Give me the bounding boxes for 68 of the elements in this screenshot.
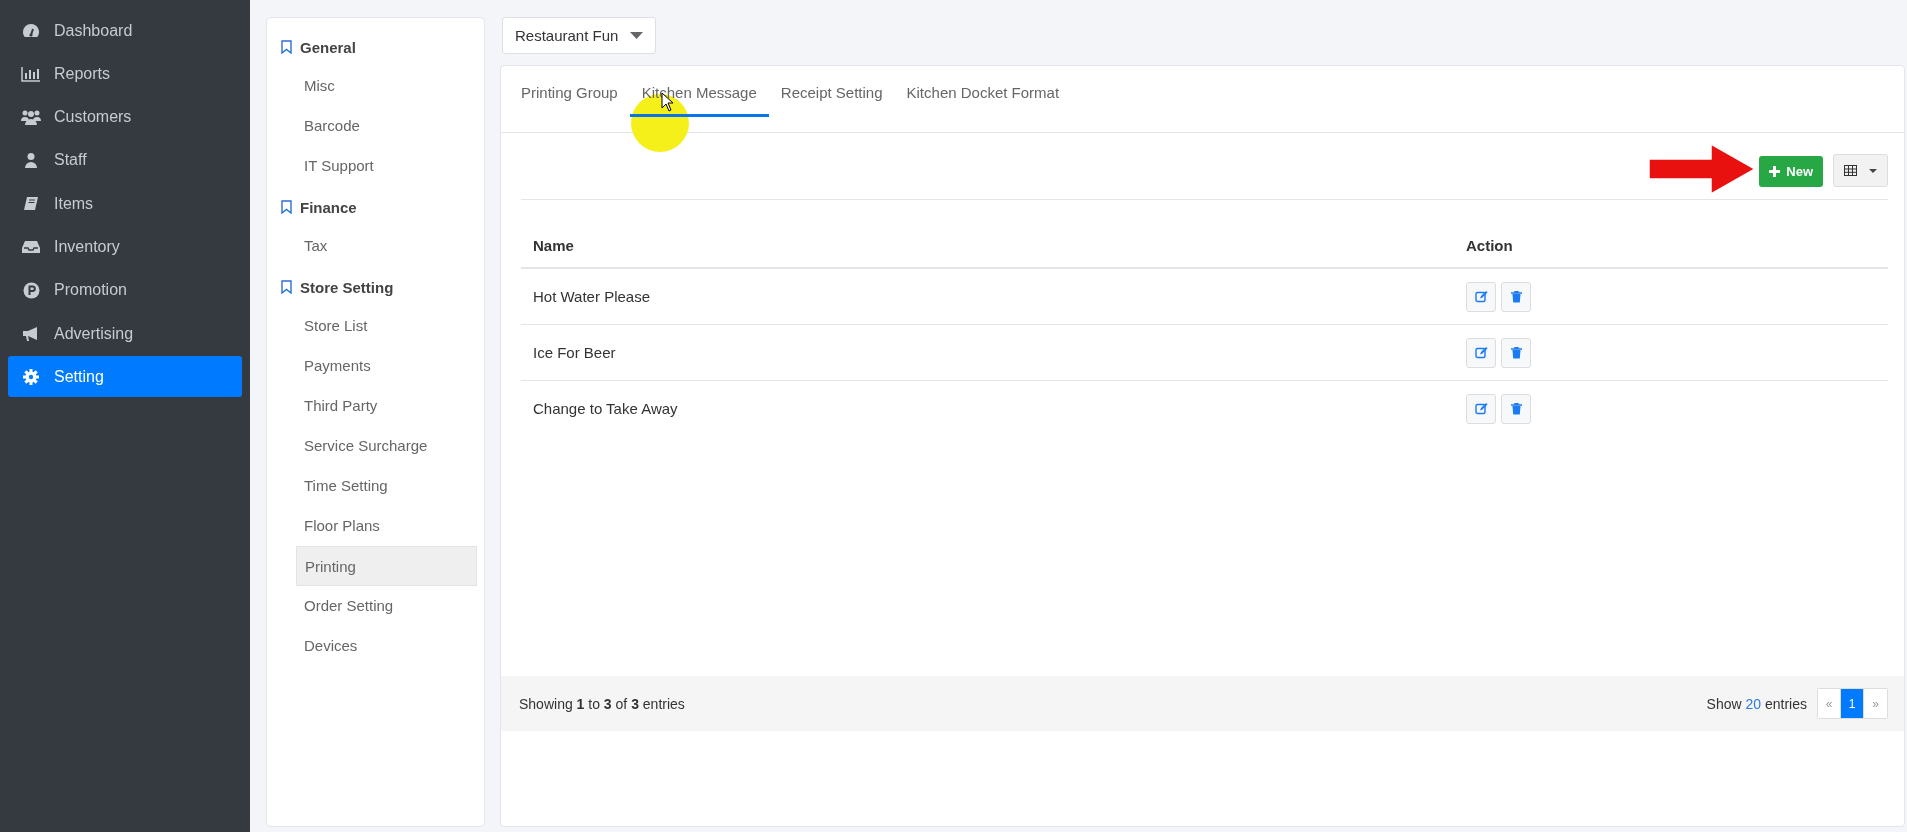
users-icon [21,109,41,126]
sidebar-item[interactable]: Dashboard [8,10,242,51]
table-icon [1844,165,1857,176]
settings-menu-item[interactable]: Store List [297,306,477,346]
entries-summary: Showing 1 to 3 of 3 entries [519,695,685,712]
tab[interactable]: Printing Group [509,70,630,117]
edit-button[interactable] [1466,281,1496,312]
settings-menu-item[interactable]: IT Support [297,146,477,186]
delete-button[interactable] [1501,281,1531,312]
bookmark-icon [281,280,292,294]
section-heading: Finance [300,198,357,216]
trash-icon [1510,290,1522,303]
settings-menu-item[interactable]: Third Party [297,386,477,426]
section-heading: Store Setting [300,278,394,296]
sidebar-item[interactable]: Setting [8,356,242,398]
store-select[interactable]: Restaurant Fun [502,17,657,54]
trash-icon [1510,346,1522,359]
settings-menu-item[interactable]: Misc [297,66,477,106]
table-cell: Ice For Beer [521,324,1454,381]
bookmark-icon [281,200,292,214]
settings-menu-item[interactable]: Devices [297,626,477,666]
table-cell: Hot Water Please [521,268,1454,325]
trash-icon [1510,402,1522,415]
megaphone-icon [22,325,40,342]
settings-menu-item[interactable]: Service Surcharge [297,426,477,466]
page-button[interactable]: 1 [1841,689,1864,718]
caret-icon [630,32,644,39]
settings-menu-item[interactable]: Time Setting [297,466,477,506]
new-button[interactable]: New [1759,156,1823,187]
settings-menu-item[interactable]: Floor Plans [297,506,477,546]
sidebar-item[interactable]: Items [8,183,242,225]
bar-chart-icon [21,65,41,82]
table-cell: Change to Take Away [521,380,1454,436]
caret-icon [1869,168,1877,173]
settings-menu-item[interactable]: Printing [296,546,477,586]
bookmark-icon [281,40,292,54]
tab[interactable]: Kitchen Docket Format [894,70,1072,117]
sidebar-item[interactable]: Staff [8,139,242,181]
person-icon [23,152,39,169]
delete-button[interactable] [1501,337,1531,368]
section-heading: General [300,38,356,56]
sidebar-item[interactable]: Advertising [8,313,242,355]
edit-button[interactable] [1466,337,1496,368]
column-view-button[interactable] [1833,154,1888,187]
dashboard-icon [22,22,40,39]
sidebar-item[interactable]: Inventory [8,226,242,268]
edit-button[interactable] [1466,393,1496,424]
edit-icon [1474,346,1488,359]
edit-icon [1474,402,1488,415]
sidebar-item[interactable]: Reports [8,53,242,95]
settings-menu-item[interactable]: Order Setting [297,586,477,626]
p-circle-icon [22,281,40,299]
book-icon [23,195,39,212]
column-header: Action [1454,224,1888,268]
edit-icon [1474,290,1488,303]
column-header: Name [521,224,1454,268]
settings-menu-item[interactable]: Payments [297,346,477,386]
sidebar-item[interactable]: Customers [8,96,242,138]
settings-menu-item[interactable]: Barcode [297,106,477,146]
sidebar-item[interactable]: Promotion [8,269,242,311]
inbox-icon [22,239,40,255]
plus-icon [1769,166,1781,177]
settings-menu-item[interactable]: Tax [297,226,477,266]
page-button[interactable]: » [1864,689,1887,718]
tab[interactable]: Receipt Setting [768,70,895,117]
page-size-label: Show 20 entries [1706,695,1807,712]
settings-icon [23,368,39,385]
delete-button[interactable] [1501,393,1531,424]
